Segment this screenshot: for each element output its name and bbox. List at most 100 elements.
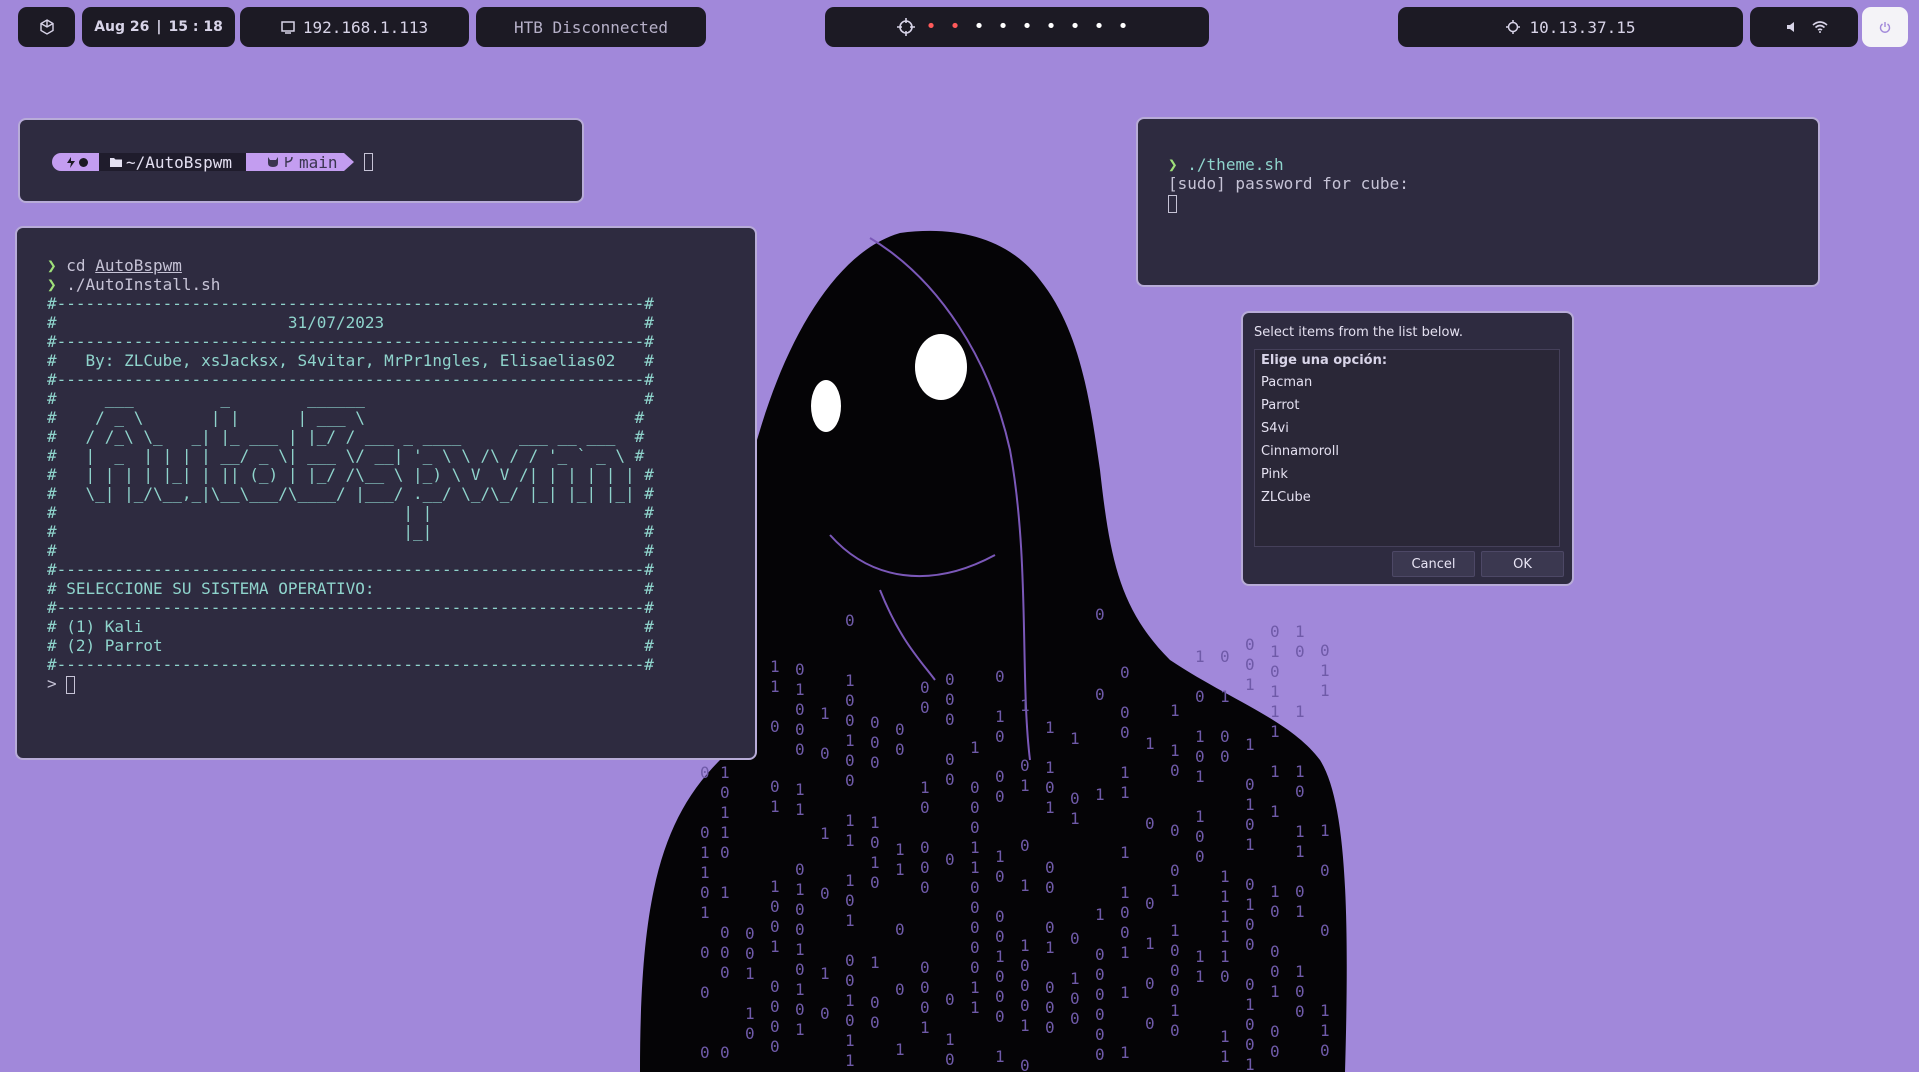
matrix-digit: 0: [1195, 827, 1205, 846]
install-terminal[interactable]: ❯ cd AutoBspwm ❯ ./AutoInstall.sh #-------…: [15, 226, 757, 760]
matrix-digit: 0: [720, 843, 730, 862]
matrix-digit: 1: [1020, 1016, 1030, 1035]
matrix-digit: 0: [770, 977, 780, 996]
matrix-digit: 0: [870, 1013, 880, 1032]
workspace-1[interactable]: •: [919, 18, 943, 36]
workspace-4[interactable]: •: [991, 18, 1015, 36]
sudo-prompt: [sudo] password for cube:: [1168, 174, 1409, 193]
right-eye: [915, 334, 967, 400]
matrix-digit: 0: [1245, 775, 1255, 794]
matrix-digit: 0: [1170, 981, 1180, 1000]
workspace-6[interactable]: •: [1039, 18, 1063, 36]
matrix-digit: 1: [795, 880, 805, 899]
github-icon: [267, 157, 278, 167]
list-item[interactable]: Pacman: [1255, 371, 1559, 394]
workspace-bar[interactable]: • • • • • • • • •: [825, 7, 1209, 47]
workspace-9[interactable]: •: [1111, 18, 1135, 36]
list-item[interactable]: Parrot: [1255, 394, 1559, 417]
bolt-icon: [67, 156, 75, 168]
matrix-digit: 0: [1120, 723, 1130, 742]
matrix-digit: 1: [1245, 675, 1255, 694]
matrix-digit: 0: [1270, 622, 1280, 641]
matrix-digit: 0: [1145, 974, 1155, 993]
matrix-digit: 1: [1195, 967, 1205, 986]
matrix-digit: 0: [795, 920, 805, 939]
matrix-digit: 0: [1095, 685, 1105, 704]
list-item[interactable]: ZLCube: [1255, 486, 1559, 509]
matrix-digit: 1: [795, 980, 805, 999]
matrix-digit: 0: [1045, 918, 1055, 937]
matrix-digit: 0: [920, 798, 930, 817]
matrix-digit: 1: [1220, 907, 1230, 926]
banner-line: # 31/07/2023 #: [47, 313, 654, 332]
matrix-digit: 0: [1045, 978, 1055, 997]
banner-line: # | _ | | | | __/ _ \| ___ \/ __| '_ \ \…: [47, 446, 645, 465]
option-list[interactable]: Elige una opción: Pacman Parrot S4vi Cin…: [1254, 349, 1560, 547]
list-header: Elige una opción:: [1261, 353, 1388, 368]
dialog-message: Select items from the list below.: [1254, 325, 1463, 340]
banner-line: # By: ZLCube, xsJacksx, S4vitar, MrPr1ng…: [47, 351, 654, 370]
matrix-digit: 1: [995, 947, 1005, 966]
matrix-digit: 0: [720, 783, 730, 802]
matrix-digit: 1: [1070, 969, 1080, 988]
banner-line: #---------------------------------------…: [47, 294, 654, 313]
prompt-terminal[interactable]: ~/AutoBspwm main: [18, 118, 584, 203]
matrix-digit: 1: [1320, 821, 1330, 840]
matrix-digit: 1: [745, 1004, 755, 1023]
list-item[interactable]: S4vi: [1255, 417, 1559, 440]
matrix-digit: 1: [1120, 983, 1130, 1002]
launcher-button[interactable]: [18, 7, 75, 47]
workspace-3[interactable]: •: [967, 18, 991, 36]
workspace-7[interactable]: •: [1063, 18, 1087, 36]
ok-button[interactable]: OK: [1481, 551, 1564, 577]
banner-line: # #: [47, 541, 654, 560]
vpn-ip-widget[interactable]: 10.13.37.15: [1398, 7, 1743, 47]
htb-status-widget[interactable]: HTB Disconnected: [476, 7, 706, 47]
matrix-digit: 1: [995, 847, 1005, 866]
matrix-digit: 1: [1320, 1001, 1330, 1020]
volume-icon[interactable]: [1786, 21, 1796, 33]
theme-terminal[interactable]: ❯ ./theme.sh [sudo] password for cube:: [1136, 117, 1820, 287]
list-item[interactable]: Pink: [1255, 463, 1559, 486]
matrix-digit: 1: [1020, 696, 1030, 715]
matrix-digit: 1: [1220, 1027, 1230, 1046]
matrix-digit: 0: [970, 938, 980, 957]
workspace-5[interactable]: •: [1015, 18, 1039, 36]
clock-widget[interactable]: Aug 26 | 15 : 18: [82, 7, 235, 47]
banner-line: # |_| #: [47, 522, 654, 541]
matrix-digit: 0: [795, 860, 805, 879]
workspace-2[interactable]: •: [943, 18, 967, 36]
matrix-digit: 0: [745, 944, 755, 963]
banner-line: # | | | | |_| | || (_) | |_/ /\__ \ |_) …: [47, 465, 654, 484]
local-ip-widget[interactable]: 192.168.1.113: [240, 7, 469, 47]
system-tray[interactable]: [1750, 7, 1858, 47]
workspace-8[interactable]: •: [1087, 18, 1111, 36]
matrix-digit: 0: [845, 891, 855, 910]
matrix-digit: 0: [1045, 858, 1055, 877]
matrix-digit: 0: [700, 1043, 710, 1062]
cancel-button[interactable]: Cancel: [1392, 551, 1475, 577]
list-item[interactable]: Cinnamoroll: [1255, 440, 1559, 463]
matrix-digit: 1: [970, 858, 980, 877]
matrix-digit: 1: [1045, 938, 1055, 957]
matrix-digit: 0: [770, 717, 780, 736]
power-button[interactable]: [1862, 7, 1908, 47]
wifi-icon[interactable]: [1812, 21, 1828, 33]
matrix-digit: 1: [1295, 842, 1305, 861]
matrix-digit: 0: [995, 867, 1005, 886]
matrix-digit: 0: [720, 963, 730, 982]
matrix-digit: 1: [1120, 883, 1130, 902]
matrix-digit: 0: [870, 733, 880, 752]
matrix-digit: 0: [1270, 1022, 1280, 1041]
matrix-digit: 1: [1295, 702, 1305, 721]
target-icon: [1505, 20, 1520, 34]
matrix-digit: 0: [1020, 996, 1030, 1015]
matrix-digit: 1: [895, 1040, 905, 1059]
matrix-digit: 1: [895, 840, 905, 859]
prompt-git-branch: main: [298, 152, 338, 172]
matrix-digit: 0: [1020, 956, 1030, 975]
matrix-digit: 1: [770, 677, 780, 696]
banner-line: # \_| |_/\__,_|\__\___/\____/ |___/ .__/…: [47, 484, 654, 503]
install-output: ❯ cd AutoBspwm ❯ ./AutoInstall.sh #-------…: [47, 256, 654, 694]
matrix-digit: 1: [1220, 687, 1230, 706]
